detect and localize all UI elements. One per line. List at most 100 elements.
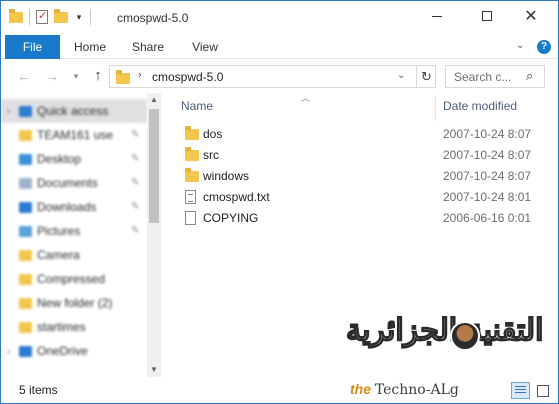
large-icons-view-icon[interactable] <box>533 382 552 399</box>
folder-icon <box>19 250 32 261</box>
sidebar-item-desktop[interactable]: Desktop ✎ <box>1 147 147 171</box>
toolbar-divider <box>90 9 91 25</box>
sidebar-item-downloads[interactable]: Downloads ✎ <box>1 195 147 219</box>
folder-icon <box>19 298 32 309</box>
sidebar-item-label: Downloads <box>37 200 97 214</box>
file-date: 2007-10-24 8:07 <box>443 169 532 183</box>
search-icon[interactable]: ⌕ <box>526 68 533 84</box>
documents-icon <box>19 178 32 189</box>
item-count: 5 items <box>19 383 58 397</box>
details-view-icon[interactable] <box>511 382 530 399</box>
sidebar-item-label: OneDrive <box>37 344 88 358</box>
tab-file[interactable]: File <box>5 35 60 59</box>
expand-chevron-icon[interactable]: › <box>7 99 10 123</box>
folder-icon <box>19 322 32 333</box>
sidebar-item-label: Quick access <box>37 104 109 118</box>
forward-arrow-icon[interactable]: → <box>43 67 61 85</box>
file-name: cmospwd.txt <box>203 190 270 204</box>
new-folder-icon[interactable] <box>54 8 68 23</box>
sidebar-item-label: startimes <box>37 320 86 334</box>
onedrive-icon <box>19 346 32 357</box>
properties-icon[interactable] <box>36 9 48 24</box>
pin-icon: ✎ <box>131 201 140 212</box>
expand-ribbon-icon[interactable]: ⌄ <box>516 40 524 51</box>
sidebar-item-startimes[interactable]: startimes <box>1 315 147 339</box>
sidebar-item-pictures[interactable]: Pictures ✎ <box>1 219 147 243</box>
title-bar: ▾ cmospwd-5.0 ✕ <box>1 1 558 35</box>
breadcrumb-separator-icon[interactable]: › <box>138 69 142 81</box>
maximize-button[interactable] <box>472 5 502 27</box>
maximize-icon <box>482 11 492 21</box>
table-row[interactable]: dos 2007-10-24 8:07 <box>163 124 558 145</box>
file-date: 2007-10-24 8:07 <box>443 148 532 162</box>
up-arrow-icon[interactable]: ↑ <box>89 67 107 85</box>
tab-view[interactable]: View <box>187 35 223 59</box>
sidebar-item-label: Documents <box>37 176 98 190</box>
sidebar-item-camera[interactable]: Camera <box>1 243 147 267</box>
navigation-bar: ← → ▾ ↑ › cmospwd-5.0 ⌄ ↻ Search c... ⌕ <box>1 59 558 93</box>
folder-icon <box>185 147 199 161</box>
file-name: windows <box>203 169 250 183</box>
file-name: src <box>203 148 219 162</box>
help-icon[interactable]: ? <box>537 40 551 54</box>
table-row[interactable]: windows 2007-10-24 8:07 <box>163 166 558 187</box>
pin-icon: ✎ <box>131 153 140 164</box>
sidebar-item-team161[interactable]: TEAM161 use ✎ <box>1 123 147 147</box>
customize-toolbar-icon[interactable]: ▾ <box>74 11 84 23</box>
tab-share[interactable]: Share <box>128 35 168 59</box>
sidebar-item-label: Compressed <box>37 272 106 286</box>
minimize-icon <box>432 15 442 17</box>
sidebar-item-label: TEAM161 use <box>37 128 114 142</box>
sidebar-item-new-folder-2[interactable]: New folder (2) <box>1 291 147 315</box>
file-name: COPYING <box>203 211 259 225</box>
navigation-pane: › Quick access TEAM161 use ✎ Desktop ✎ D… <box>1 93 163 377</box>
pin-icon: ✎ <box>131 177 140 188</box>
breadcrumb-path[interactable]: cmospwd-5.0 <box>152 70 223 84</box>
recent-locations-chevron-icon[interactable]: ▾ <box>67 67 85 85</box>
sidebar-item-compressed[interactable]: Compressed <box>1 267 147 291</box>
column-divider[interactable] <box>435 95 436 121</box>
address-dropdown-icon[interactable]: ⌄ <box>397 70 405 81</box>
sidebar-item-onedrive[interactable]: › OneDrive <box>1 339 147 363</box>
table-row[interactable]: COPYING 2006-06-16 0:01 <box>163 208 558 229</box>
file-date: 2007-10-24 8:01 <box>443 190 532 204</box>
text-file-icon <box>185 190 196 204</box>
folder-icon <box>19 274 32 285</box>
folder-icon <box>116 70 130 84</box>
pin-icon: ✎ <box>131 129 140 140</box>
sidebar-item-documents[interactable]: Documents ✎ <box>1 171 147 195</box>
explorer-window: ▾ cmospwd-5.0 ✕ File Home Share View ⌄ ?… <box>0 0 559 404</box>
search-input[interactable]: Search c... <box>454 70 511 84</box>
column-header-date-modified[interactable]: Date modified <box>443 99 517 113</box>
scroll-down-icon[interactable]: ▼ <box>147 363 161 377</box>
file-date: 2006-06-16 0:01 <box>443 211 532 225</box>
close-icon: ✕ <box>524 8 538 25</box>
table-row[interactable]: src 2007-10-24 8:07 <box>163 145 558 166</box>
sidebar-item-quick-access[interactable]: › Quick access <box>1 99 147 123</box>
address-bar[interactable]: › cmospwd-5.0 ⌄ ↻ <box>109 65 436 88</box>
back-arrow-icon[interactable]: ← <box>15 67 33 85</box>
nav-list: › Quick access TEAM161 use ✎ Desktop ✎ D… <box>1 99 147 363</box>
file-rows: dos 2007-10-24 8:07 src 2007-10-24 8:07 … <box>163 124 558 229</box>
sidebar-item-label: Desktop <box>37 152 82 166</box>
sort-ascending-icon: ︿ <box>301 93 311 103</box>
column-header-name[interactable]: Name <box>181 99 213 113</box>
toolbar-divider <box>29 9 30 25</box>
folder-icon <box>185 168 199 182</box>
refresh-icon[interactable]: ↻ <box>416 66 436 87</box>
nav-pane-scrollbar[interactable]: ▲ ▼ <box>147 93 161 377</box>
close-button[interactable]: ✕ <box>516 5 546 27</box>
minimize-button[interactable] <box>422 5 452 27</box>
scrollbar-thumb[interactable] <box>149 109 159 223</box>
expand-chevron-icon[interactable]: › <box>7 339 10 363</box>
pictures-icon <box>19 226 32 237</box>
file-date: 2007-10-24 8:07 <box>443 127 532 141</box>
table-row[interactable]: cmospwd.txt 2007-10-24 8:01 <box>163 187 558 208</box>
downloads-icon <box>19 202 32 213</box>
file-icon <box>185 211 196 225</box>
folder-icon <box>19 130 32 141</box>
tab-home[interactable]: Home <box>69 35 111 59</box>
status-bar: 5 items <box>1 377 558 403</box>
search-box[interactable]: Search c... ⌕ <box>445 65 545 88</box>
scroll-up-icon[interactable]: ▲ <box>147 93 161 107</box>
